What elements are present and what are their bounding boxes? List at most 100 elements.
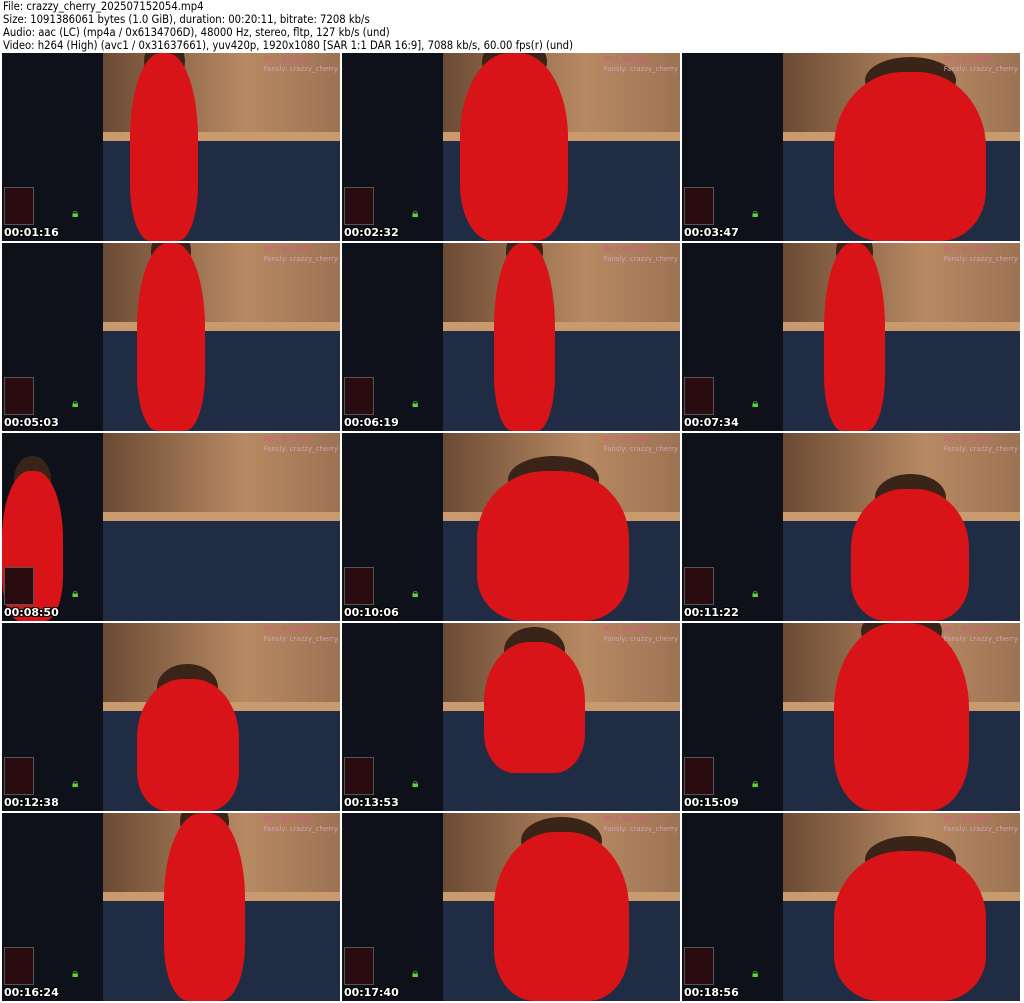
watermark-ig: IG: i_am_Julsi	[263, 55, 310, 63]
cabinets	[783, 331, 1020, 431]
timestamp: 00:17:40	[344, 986, 399, 999]
timestamp: 00:18:56	[684, 986, 739, 999]
lock-icon: 🔒︎	[752, 776, 759, 790]
watermark: IG: i_am_Julsi Fansly: crazzy_cherry	[264, 814, 338, 834]
channel-badge	[344, 187, 374, 225]
watermark-fansly: Fansly: crazzy_cherry	[263, 635, 338, 643]
video-thumbnail[interactable]: IG: i_am_Julsi Fansly: crazzy_cherry 🔒︎ 0…	[2, 433, 340, 621]
watermark-ig: IG: i_am_Julsi	[943, 625, 990, 633]
timestamp: 00:12:38	[4, 796, 59, 809]
file-info-header: File: crazzy_cherry_202507152054.mp4 Siz…	[3, 0, 573, 52]
video-info: Video: h264 (High) (avc1 / 0x31637661), …	[3, 39, 573, 52]
red-dress-figure	[494, 243, 555, 431]
lock-icon: 🔒︎	[752, 966, 759, 980]
channel-badge	[4, 187, 34, 225]
watermark-ig: IG: i_am_Julsi	[603, 625, 650, 633]
video-thumbnail[interactable]: IG: i_am_Julsi Fansly: crazzy_cherry 🔒︎ 0…	[2, 53, 340, 241]
channel-badge	[684, 947, 714, 985]
timestamp: 00:10:06	[344, 606, 399, 619]
watermark-ig: IG: i_am_Julsi	[603, 435, 650, 443]
watermark: IG: i_am_Julsi Fansly: crazzy_cherry	[604, 434, 678, 454]
lock-icon: 🔒︎	[412, 586, 419, 600]
lock-icon: 🔒︎	[412, 206, 419, 220]
timestamp: 00:15:09	[684, 796, 739, 809]
watermark-ig: IG: i_am_Julsi	[263, 435, 310, 443]
lock-icon: 🔒︎	[752, 206, 759, 220]
counter	[443, 321, 680, 332]
timestamp: 00:03:47	[684, 226, 739, 239]
watermark-fansly: Fansly: crazzy_cherry	[263, 65, 338, 73]
cabinets	[443, 331, 680, 431]
video-thumbnail[interactable]: IG: i_am_Julsi Fansly: crazzy_cherry 🔒︎ 0…	[2, 243, 340, 431]
watermark: IG: i_am_Julsi Fansly: crazzy_cherry	[264, 244, 338, 264]
watermark: IG: i_am_Julsi Fansly: crazzy_cherry	[264, 434, 338, 454]
watermark-ig: IG: i_am_Julsi	[263, 815, 310, 823]
channel-badge	[344, 567, 374, 605]
file-size: Size: 1091386061 bytes (1.0 GiB), durati…	[3, 13, 370, 26]
lock-icon: 🔒︎	[72, 396, 79, 410]
video-thumbnail[interactable]: IG: i_am_Julsi Fansly: crazzy_cherry 🔒︎ 0…	[342, 53, 680, 241]
watermark: IG: i_am_Julsi Fansly: crazzy_cherry	[944, 434, 1018, 454]
watermark-fansly: Fansly: crazzy_cherry	[603, 445, 678, 453]
lock-icon: 🔒︎	[412, 776, 419, 790]
red-dress-figure	[460, 53, 569, 241]
red-dress-figure	[164, 813, 246, 1001]
video-thumbnail[interactable]: IG: i_am_Julsi Fansly: crazzy_cherry 🔒︎ 0…	[342, 813, 680, 1001]
watermark-fansly: Fansly: crazzy_cherry	[263, 255, 338, 263]
counter	[783, 321, 1020, 332]
lock-icon: 🔒︎	[72, 586, 79, 600]
lock-icon: 🔒︎	[72, 966, 79, 980]
watermark: IG: i_am_Julsi Fansly: crazzy_cherry	[604, 244, 678, 264]
red-dress-figure	[494, 831, 630, 1001]
video-thumbnail[interactable]: IG: i_am_Julsi Fansly: crazzy_cherry 🔒︎ 0…	[682, 243, 1020, 431]
watermark-ig: IG: i_am_Julsi	[943, 55, 990, 63]
watermark-ig: IG: i_am_Julsi	[943, 435, 990, 443]
timestamp: 00:02:32	[344, 226, 399, 239]
watermark-ig: IG: i_am_Julsi	[263, 245, 310, 253]
watermark-ig: IG: i_am_Julsi	[943, 245, 990, 253]
watermark-fansly: Fansly: crazzy_cherry	[263, 445, 338, 453]
watermark-fansly: Fansly: crazzy_cherry	[603, 825, 678, 833]
timestamp: 00:06:19	[344, 416, 399, 429]
video-thumbnail[interactable]: IG: i_am_Julsi Fansly: crazzy_cherry 🔒︎ 0…	[342, 623, 680, 811]
channel-badge	[344, 757, 374, 795]
video-thumbnail[interactable]: IG: i_am_Julsi Fansly: crazzy_cherry 🔒︎ 0…	[682, 623, 1020, 811]
watermark-fansly: Fansly: crazzy_cherry	[263, 825, 338, 833]
timestamp: 00:08:50	[4, 606, 59, 619]
channel-badge	[684, 377, 714, 415]
video-thumbnail[interactable]: IG: i_am_Julsi Fansly: crazzy_cherry 🔒︎ 0…	[682, 813, 1020, 1001]
channel-badge	[4, 757, 34, 795]
video-thumbnail[interactable]: IG: i_am_Julsi Fansly: crazzy_cherry 🔒︎ 0…	[2, 623, 340, 811]
video-thumbnail[interactable]: IG: i_am_Julsi Fansly: crazzy_cherry 🔒︎ 0…	[342, 433, 680, 621]
video-thumbnail[interactable]: IG: i_am_Julsi Fansly: crazzy_cherry 🔒︎ 0…	[342, 243, 680, 431]
red-dress-figure	[834, 623, 970, 811]
red-dress-figure	[834, 850, 987, 1001]
watermark-fansly: Fansly: crazzy_cherry	[943, 445, 1018, 453]
timestamp: 00:11:22	[684, 606, 739, 619]
channel-badge	[684, 187, 714, 225]
red-dress-figure	[823, 243, 885, 431]
lock-icon: 🔒︎	[72, 206, 79, 220]
watermark: IG: i_am_Julsi Fansly: crazzy_cherry	[944, 814, 1018, 834]
channel-badge	[684, 567, 714, 605]
lock-icon: 🔒︎	[752, 396, 759, 410]
lock-icon: 🔒︎	[752, 586, 759, 600]
video-thumbnail[interactable]: IG: i_am_Julsi Fansly: crazzy_cherry 🔒︎ 0…	[682, 53, 1020, 241]
channel-badge	[344, 947, 374, 985]
channel-badge	[4, 377, 34, 415]
channel-badge	[684, 757, 714, 795]
video-thumbnail[interactable]: IG: i_am_Julsi Fansly: crazzy_cherry 🔒︎ 0…	[2, 813, 340, 1001]
lock-icon: 🔒︎	[412, 966, 419, 980]
cabinets	[103, 521, 340, 621]
lock-icon: 🔒︎	[72, 776, 79, 790]
channel-badge	[4, 567, 34, 605]
red-dress-figure	[137, 679, 239, 811]
watermark-fansly: Fansly: crazzy_cherry	[603, 65, 678, 73]
audio-info: Audio: aac (LC) (mp4a / 0x6134706D), 480…	[3, 26, 390, 39]
red-dress-figure	[483, 641, 586, 774]
video-thumbnail[interactable]: IG: i_am_Julsi Fansly: crazzy_cherry 🔒︎ 0…	[682, 433, 1020, 621]
watermark: IG: i_am_Julsi Fansly: crazzy_cherry	[944, 244, 1018, 264]
watermark-ig: IG: i_am_Julsi	[603, 815, 650, 823]
timestamp: 00:05:03	[4, 416, 59, 429]
watermark: IG: i_am_Julsi Fansly: crazzy_cherry	[604, 814, 678, 834]
